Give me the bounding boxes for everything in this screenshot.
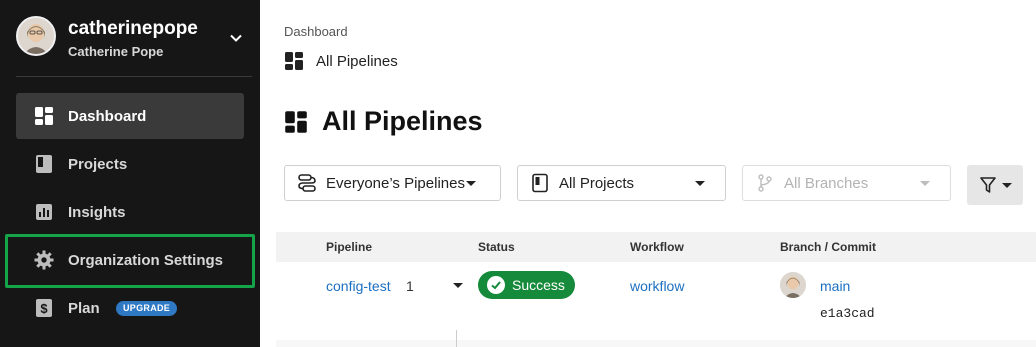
table-row-divider xyxy=(276,340,1036,347)
dashboard-icon xyxy=(285,110,307,133)
caret-down-icon xyxy=(920,181,930,186)
page-title: All Pipelines xyxy=(284,106,483,137)
sidebar-item-label: Organization Settings xyxy=(68,251,224,269)
sidebar-item-label: Insights xyxy=(68,203,126,221)
column-header-branch-commit: Branch / Commit xyxy=(780,240,877,254)
sidebar-item-organization-settings[interactable]: Organization Settings xyxy=(16,237,244,283)
commit-hash[interactable]: e1a3cad xyxy=(820,306,875,321)
branch-icon xyxy=(755,173,775,193)
column-header-status: Status xyxy=(478,240,515,254)
expand-row-caret-icon[interactable] xyxy=(453,283,463,288)
caret-down-icon xyxy=(466,181,476,186)
caret-down-icon xyxy=(1002,182,1012,188)
breadcrumb-current: All Pipelines xyxy=(284,51,398,71)
sidebar-item-projects[interactable]: Projects xyxy=(16,141,244,187)
check-circle-icon xyxy=(487,276,505,294)
filter-icon xyxy=(980,177,996,193)
sidebar-item-dashboard[interactable]: Dashboard xyxy=(16,93,244,139)
branches-filter-dropdown[interactable]: All Branches xyxy=(742,165,951,201)
caret-down-icon xyxy=(695,181,705,186)
avatar xyxy=(780,272,806,298)
column-header-workflow: Workflow xyxy=(630,240,684,254)
projects-filter-dropdown[interactable]: All Projects xyxy=(517,165,726,201)
sidebar-item-label: Projects xyxy=(68,155,128,173)
workflow-link[interactable]: workflow xyxy=(630,278,684,294)
status-label: Success xyxy=(512,277,565,293)
advanced-filter-button[interactable] xyxy=(967,165,1023,205)
projects-icon xyxy=(530,173,550,193)
dashboard-icon xyxy=(34,106,54,126)
projects-icon xyxy=(34,154,54,174)
pipeline-number: 1 xyxy=(406,278,414,294)
pipelines-filter-label: Everyone’s Pipelines xyxy=(326,174,465,192)
projects-filter-label: All Projects xyxy=(559,174,635,192)
user-menu[interactable]: catherinepope Catherine Pope xyxy=(16,16,252,60)
sidebar-divider xyxy=(16,76,252,77)
sidebar-item-plan[interactable]: $ Plan UPGRADE xyxy=(16,285,244,331)
breadcrumb-dashboard-link[interactable]: Dashboard xyxy=(284,24,348,39)
branch-link[interactable]: main xyxy=(820,278,850,294)
pipelines-icon xyxy=(297,173,317,193)
row-connector-line xyxy=(456,330,457,347)
breadcrumb-current-label: All Pipelines xyxy=(316,52,398,70)
sidebar: catherinepope Catherine Pope Dashboard P… xyxy=(0,0,260,347)
sidebar-item-label: Dashboard xyxy=(68,107,147,125)
avatar xyxy=(16,16,56,56)
upgrade-badge[interactable]: UPGRADE xyxy=(116,301,178,316)
sidebar-item-insights[interactable]: Insights xyxy=(16,189,244,235)
svg-text:$: $ xyxy=(40,301,48,316)
dashboard-icon xyxy=(285,52,303,70)
status-badge[interactable]: Success xyxy=(478,271,575,299)
dollar-icon: $ xyxy=(34,298,54,318)
branches-filter-label: All Branches xyxy=(784,174,869,192)
pipeline-link[interactable]: config-test xyxy=(326,278,391,294)
main-content: Dashboard All Pipelines All Pipelines Ev… xyxy=(260,0,1036,347)
insights-icon xyxy=(34,202,54,222)
gear-icon xyxy=(34,250,54,270)
page-title-label: All Pipelines xyxy=(322,106,483,136)
user-full-name: Catherine Pope xyxy=(68,44,164,59)
chevron-down-icon[interactable] xyxy=(228,30,244,46)
pipelines-filter-dropdown[interactable]: Everyone’s Pipelines xyxy=(284,165,501,201)
sidebar-item-label: Plan xyxy=(68,299,100,317)
column-header-pipeline: Pipeline xyxy=(326,240,373,254)
username: catherinepope xyxy=(68,18,198,39)
